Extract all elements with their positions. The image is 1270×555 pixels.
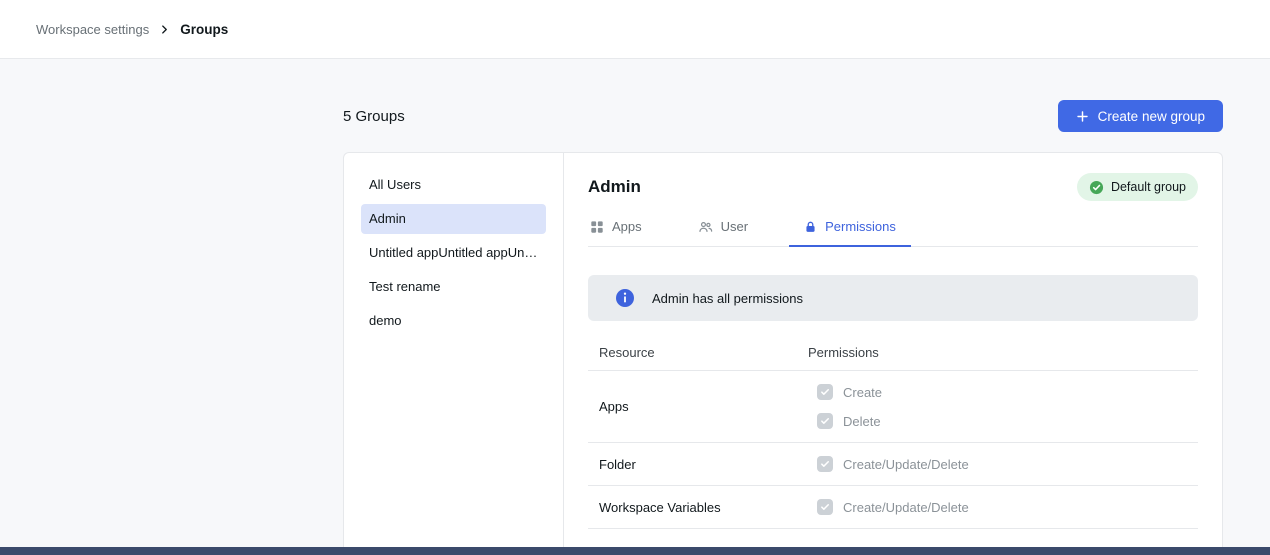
group-list: All Users Admin Untitled appUntitled app… bbox=[344, 153, 564, 555]
bottom-bar bbox=[0, 547, 1270, 555]
column-header-permissions: Permissions bbox=[808, 345, 879, 360]
permissions-table: Resource Permissions Apps Create bbox=[588, 345, 1198, 529]
main-area: 5 Groups Create new group All Users Admi… bbox=[0, 60, 1270, 555]
tab-apps[interactable]: Apps bbox=[588, 217, 657, 246]
group-list-item-untitled-app[interactable]: Untitled appUntitled appUntitle… bbox=[361, 238, 546, 268]
table-row: Folder Create/Update/Delete bbox=[588, 443, 1198, 486]
users-icon bbox=[698, 220, 713, 234]
tab-user[interactable]: User bbox=[683, 217, 763, 246]
tab-apps-label: Apps bbox=[612, 219, 642, 234]
checkbox-checked-icon[interactable] bbox=[817, 384, 833, 400]
group-list-item-test-rename[interactable]: Test rename bbox=[361, 272, 546, 302]
group-list-item-demo[interactable]: demo bbox=[361, 306, 546, 336]
info-banner-text: Admin has all permissions bbox=[652, 291, 803, 306]
create-new-group-button[interactable]: Create new group bbox=[1058, 100, 1223, 132]
checkbox-checked-icon[interactable] bbox=[817, 499, 833, 515]
top-bar: Workspace settings Groups bbox=[0, 0, 1270, 59]
default-group-badge-label: Default group bbox=[1111, 180, 1186, 194]
tab-user-label: User bbox=[721, 219, 748, 234]
permission-crud: Create/Update/Delete bbox=[817, 499, 969, 515]
table-header-row: Resource Permissions bbox=[588, 345, 1198, 371]
group-title: Admin bbox=[588, 177, 641, 197]
groups-count-label: 5 Groups bbox=[343, 108, 405, 125]
heading-row: 5 Groups Create new group bbox=[343, 100, 1223, 132]
grid-icon bbox=[590, 220, 604, 234]
permission-label: Create/Update/Delete bbox=[843, 500, 969, 515]
default-group-badge: Default group bbox=[1077, 173, 1198, 201]
permissions-cell: Create Delete bbox=[808, 384, 882, 429]
info-icon bbox=[615, 288, 635, 308]
permission-label: Delete bbox=[843, 414, 881, 429]
breadcrumb-workspace-settings[interactable]: Workspace settings bbox=[36, 22, 149, 37]
column-header-resource: Resource bbox=[599, 345, 808, 360]
resource-label: Apps bbox=[599, 399, 808, 414]
detail-tabs: Apps User Permissions bbox=[588, 217, 1198, 247]
permission-crud: Create/Update/Delete bbox=[817, 456, 969, 472]
resource-label: Workspace Variables bbox=[599, 500, 808, 515]
breadcrumb-groups: Groups bbox=[180, 22, 228, 37]
group-list-item-admin[interactable]: Admin bbox=[361, 204, 546, 234]
permission-label: Create/Update/Delete bbox=[843, 457, 969, 472]
page: Workspace settings Groups 5 Groups Creat… bbox=[0, 0, 1270, 555]
lock-icon bbox=[804, 220, 817, 234]
info-banner: Admin has all permissions bbox=[588, 275, 1198, 321]
table-row: Workspace Variables Create/Update/Delete bbox=[588, 486, 1198, 529]
breadcrumb: Workspace settings Groups bbox=[36, 22, 228, 37]
table-row: Apps Create bbox=[588, 371, 1198, 443]
permission-delete: Delete bbox=[817, 413, 882, 429]
permissions-cell: Create/Update/Delete bbox=[808, 456, 969, 472]
permissions-cell: Create/Update/Delete bbox=[808, 499, 969, 515]
detail-header: Admin Default group bbox=[588, 173, 1198, 201]
tab-permissions[interactable]: Permissions bbox=[789, 217, 911, 246]
plus-icon bbox=[1076, 110, 1089, 123]
chevron-right-icon bbox=[159, 24, 170, 35]
groups-card: All Users Admin Untitled appUntitled app… bbox=[343, 152, 1223, 555]
checkbox-checked-icon[interactable] bbox=[817, 413, 833, 429]
permission-label: Create bbox=[843, 385, 882, 400]
checkbox-checked-icon[interactable] bbox=[817, 456, 833, 472]
tab-permissions-label: Permissions bbox=[825, 219, 896, 234]
group-detail-panel: Admin Default group Apps bbox=[564, 153, 1222, 555]
resource-label: Folder bbox=[599, 457, 808, 472]
group-list-item-all-users[interactable]: All Users bbox=[361, 170, 546, 200]
create-new-group-label: Create new group bbox=[1098, 109, 1205, 124]
check-circle-icon bbox=[1089, 180, 1104, 195]
permission-create: Create bbox=[817, 384, 882, 400]
